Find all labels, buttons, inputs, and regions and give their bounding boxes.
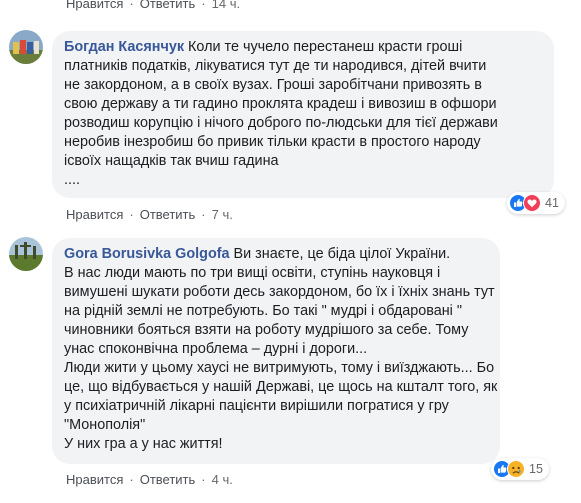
comment-text-line: розводиш корупцію і нічого доброго по-лю… (64, 115, 498, 131)
comment-text-line: ісвоїх нащадків так вчиш гадина (64, 153, 279, 169)
top-comment-actions: Нравится · Ответить · 14 ч. (66, 0, 240, 11)
separator-dot: · (201, 472, 206, 487)
comment-text-line: Люди жити у цьому хаусі не витримують, т… (64, 360, 495, 376)
like-link[interactable]: Нравится (66, 472, 123, 487)
comment-text-line: неробив інезробиш бо привик тільки краст… (64, 134, 481, 150)
comment-author[interactable]: Gora Borusivka Golgofa (64, 246, 230, 262)
comment-text: Коли те чучело перестанеш красти гроші (188, 39, 463, 55)
comment-timestamp[interactable]: 4 ч. (212, 472, 233, 487)
reply-link[interactable]: Ответить (140, 0, 196, 11)
comment-text-line: унас споконвічна проблема – дурні і доро… (64, 341, 368, 357)
comment-first-line: Gora Borusivka Golgofa Ви знаєте, це бід… (64, 245, 488, 264)
separator-dot: · (201, 207, 206, 222)
separator-dot: · (129, 472, 134, 487)
separator-dot: · (201, 0, 206, 11)
avatar-photo (9, 30, 43, 64)
comment-author[interactable]: Богдан Касянчук (64, 39, 184, 55)
love-icon (523, 194, 541, 212)
reaction-count: 15 (529, 462, 543, 476)
comment-timestamp[interactable]: 14 ч. (212, 0, 240, 11)
comment-text-line: вимушені шукати роботи десь закордоном, … (64, 284, 495, 300)
comment-timestamp[interactable]: 7 ч. (212, 207, 233, 222)
reply-link[interactable]: Ответить (140, 207, 196, 222)
comment-text-line: не закордоном, а в своїх вузах. Гроші за… (64, 77, 482, 93)
comment-text-line: .... (64, 172, 80, 188)
comment-actions: Нравится · Ответить · 4 ч. (66, 472, 233, 487)
reactions-summary[interactable]: 15 (491, 458, 549, 480)
avatar-photo (9, 237, 43, 271)
avatar[interactable] (9, 30, 43, 64)
avatar[interactable] (9, 237, 43, 271)
separator-dot: · (129, 0, 134, 11)
comment-text-line: У них гра а у нас життя! (64, 436, 223, 452)
comment-text: Ви знаєте, це біда цілої України. (233, 246, 451, 262)
reaction-count: 41 (545, 196, 559, 210)
comment-text-line: "Монополія" (64, 417, 146, 433)
comment-text-line: це, що відбувається у нашій Державі, це … (64, 379, 498, 395)
reply-link[interactable]: Ответить (140, 472, 196, 487)
reactions-summary[interactable]: 41 (507, 192, 565, 214)
comment-text-line: у психіатричній лікарні пацієнти вирішил… (64, 398, 449, 414)
comment-text-line: на рідній землі не потребують. Бо такі "… (64, 303, 462, 319)
comment-bubble: Богдан Касянчук Коли те чучело перестане… (52, 31, 554, 198)
separator-dot: · (129, 207, 134, 222)
comment-text-line: чиновники бояться взяти на роботу мудріш… (64, 322, 469, 338)
like-link[interactable]: Нравится (66, 207, 123, 222)
comment-text-line: свою державу а ти гадино проклята крадеш… (64, 96, 497, 112)
comment-text-line: В нас люди мають по три вищі освіти, сту… (64, 265, 441, 281)
sad-icon (507, 460, 525, 478)
comment-text-line: платників податків, лікуватися тут де ти… (64, 58, 487, 74)
comment-first-line: Богдан Касянчук Коли те чучело перестане… (64, 38, 542, 57)
comment-actions: Нравится · Ответить · 7 ч. (66, 207, 233, 222)
comment-bubble: Gora Borusivka Golgofa Ви знаєте, це бід… (52, 238, 500, 464)
like-link[interactable]: Нравится (66, 0, 123, 11)
